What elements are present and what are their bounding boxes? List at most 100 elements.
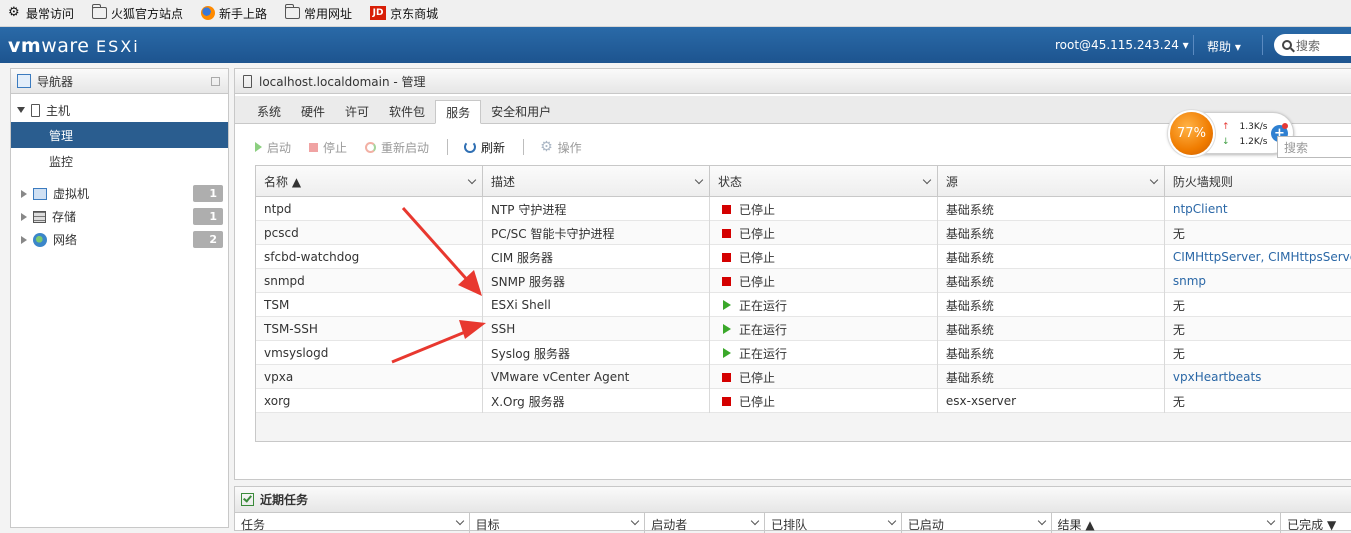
tab-packages[interactable]: 软件包 xyxy=(379,99,435,123)
bookmark-common-sites[interactable]: 常用网址 xyxy=(285,4,353,22)
column-description[interactable]: 描述 xyxy=(483,166,710,197)
table-row[interactable]: TSM ESXi Shell 正在运行 基础系统无 xyxy=(256,293,1351,317)
bookmark-most-visited[interactable]: ⚙ 最常访问 xyxy=(8,5,74,22)
column-name[interactable]: 名称 ▲ xyxy=(256,166,483,197)
folder-icon xyxy=(285,4,301,19)
user-menu[interactable]: root@45.115.243.24 ▾ xyxy=(1055,38,1189,52)
tab-system[interactable]: 系统 xyxy=(247,99,291,123)
collapse-icon[interactable] xyxy=(211,76,220,86)
cell-source: 基础系统 xyxy=(938,221,1165,245)
chevron-down-icon[interactable] xyxy=(750,516,760,526)
running-icon xyxy=(722,324,731,334)
column-status[interactable]: 状态 xyxy=(710,166,938,197)
tasks-column-task[interactable]: 任务 xyxy=(235,513,470,533)
cell-name: snmpd xyxy=(256,269,483,293)
tab-licensing[interactable]: 许可 xyxy=(335,99,379,123)
nav-manage-label: 管理 xyxy=(49,128,74,143)
search-placeholder: 搜索 xyxy=(1296,38,1321,53)
cell-status: 已停止 xyxy=(710,365,938,389)
host-icon xyxy=(31,103,40,117)
help-menu[interactable]: 帮助 ▾ xyxy=(1207,38,1241,55)
tasks-column-target[interactable]: 目标 xyxy=(470,513,646,533)
tasks-column-queued[interactable]: 已排队 xyxy=(765,513,902,533)
cell-firewall[interactable]: ntpClient xyxy=(1165,197,1351,221)
tasks-column-started[interactable]: 已启动 xyxy=(902,513,1052,533)
recent-tasks-header: 近期任务 xyxy=(235,487,1351,513)
expand-icon[interactable] xyxy=(21,235,27,244)
table-row[interactable]: snmpd SNMP 服务器 已停止 基础系统 snmp xyxy=(256,269,1351,293)
tab-services[interactable]: 服务 xyxy=(435,100,482,124)
network-monitor-widget[interactable]: 77% ↑ 1.3K/s ↓ 1.2K/s + xyxy=(1168,112,1294,155)
cell-status: 已停止 xyxy=(710,389,938,413)
cell-firewall[interactable]: vpxHeartbeats xyxy=(1165,365,1351,389)
nav-manage[interactable]: 管理 xyxy=(11,122,228,148)
tasks-column-result[interactable]: 结果 ▲ xyxy=(1052,513,1282,533)
services-table: 名称 ▲ 描述 状态 源 防火墙规则 ntpd NTP 守护进程 已停止 基础系统 nt… xyxy=(255,165,1351,442)
chevron-down-icon[interactable] xyxy=(631,516,640,526)
actions-label: 操作 xyxy=(557,140,582,155)
vmware-esxi-logo: vmware ESXi xyxy=(8,35,140,57)
cell-status: 已停止 xyxy=(710,221,938,245)
chevron-down-icon[interactable] xyxy=(1266,516,1276,526)
nav-monitor[interactable]: 监控 xyxy=(11,148,228,174)
cell-status: 正在运行 xyxy=(710,293,938,317)
start-button[interactable]: 启动 xyxy=(255,139,291,156)
table-row[interactable]: vmsyslogd Syslog 服务器 正在运行 基础系统无 xyxy=(256,341,1351,365)
expand-icon[interactable] xyxy=(21,189,27,198)
column-source[interactable]: 源 xyxy=(938,166,1165,197)
tasks-column-initiator[interactable]: 启动者 xyxy=(645,513,766,533)
chevron-down-icon[interactable] xyxy=(455,516,464,526)
nav-virtual-machines[interactable]: 虚拟机 1 xyxy=(11,182,228,205)
search-input[interactable]: 搜索 xyxy=(1274,34,1351,56)
expand-icon[interactable] xyxy=(21,212,27,221)
cell-firewall[interactable]: CIMHttpServer, CIMHttpsServer xyxy=(1165,245,1351,269)
nav-item-label: 虚拟机 xyxy=(53,187,90,201)
app-header: vmware ESXi root@45.115.243.24 ▾ 帮助 ▾ 搜索 xyxy=(0,27,1351,63)
filter-input[interactable]: 搜索 xyxy=(1277,136,1351,158)
actions-button[interactable]: ⚙ 操作 xyxy=(540,139,582,156)
table-row[interactable]: xorg X.Org 服务器 已停止 esx-xserver 无 xyxy=(256,389,1351,413)
arrow-down-icon: ↓ xyxy=(1222,137,1230,147)
cell-status: 已停止 xyxy=(710,269,938,293)
restart-button[interactable]: 重新启动 xyxy=(365,139,429,156)
tab-hardware[interactable]: 硬件 xyxy=(291,99,335,123)
bookmark-label: 最常访问 xyxy=(26,6,75,21)
stopped-icon xyxy=(721,204,731,214)
stop-button[interactable]: 停止 xyxy=(309,139,347,156)
bookmark-label: 京东商城 xyxy=(390,6,439,21)
expand-icon[interactable] xyxy=(17,107,25,113)
table-row[interactable]: ntpd NTP 守护进程 已停止 基础系统 ntpClient xyxy=(256,197,1351,221)
refresh-button[interactable]: 刷新 xyxy=(464,139,505,156)
nav-storage[interactable]: 存储 1 xyxy=(11,205,228,228)
cell-firewall: 无 xyxy=(1172,394,1185,409)
table-row[interactable]: pcscd PC/SC 智能卡守护进程 已停止 基础系统无 xyxy=(256,221,1351,245)
tab-security-users[interactable]: 安全和用户 xyxy=(481,99,561,123)
chevron-down-icon[interactable] xyxy=(887,516,897,526)
chevron-down-icon[interactable] xyxy=(694,175,704,185)
cell-description: X.Org 服务器 xyxy=(483,389,710,413)
nav-item-label: 网络 xyxy=(53,233,78,247)
column-firewall-rules[interactable]: 防火墙规则 xyxy=(1165,166,1351,197)
nav-host[interactable]: 主机 xyxy=(11,98,228,122)
nav-networking[interactable]: 网络 2 xyxy=(11,228,228,251)
count-badge: 1 xyxy=(193,208,223,225)
tasks-column-completed[interactable]: 已完成 ▼ xyxy=(1281,513,1351,533)
chevron-down-icon[interactable] xyxy=(467,175,477,185)
bookmark-firefox-site[interactable]: 火狐官方站点 xyxy=(92,4,183,22)
cell-name: vpxa xyxy=(256,365,483,389)
bookmark-label: 常用网址 xyxy=(304,6,353,21)
table-row[interactable]: vpxa VMware vCenter Agent 已停止 基础系统 vpxHeartb… xyxy=(256,365,1351,389)
cell-firewall[interactable]: snmp xyxy=(1165,269,1351,293)
chevron-down-icon[interactable] xyxy=(922,175,932,185)
bookmark-jd[interactable]: JD 京东商城 xyxy=(370,5,438,22)
table-row[interactable]: TSM-SSH SSH 正在运行 基础系统无 xyxy=(256,317,1351,341)
jd-icon: JD xyxy=(370,6,387,20)
cell-name: TSM-SSH xyxy=(256,317,483,341)
chevron-down-icon[interactable] xyxy=(1149,175,1159,185)
count-badge: 2 xyxy=(193,231,223,248)
chevron-down-icon[interactable] xyxy=(1037,516,1046,526)
divider xyxy=(1193,35,1194,55)
bookmark-getting-started[interactable]: 新手上路 xyxy=(201,5,267,22)
table-row[interactable]: sfcbd-watchdog CIM 服务器 已停止 基础系统 CIMHttpServe… xyxy=(256,245,1351,269)
cell-source: esx-xserver xyxy=(938,389,1165,413)
